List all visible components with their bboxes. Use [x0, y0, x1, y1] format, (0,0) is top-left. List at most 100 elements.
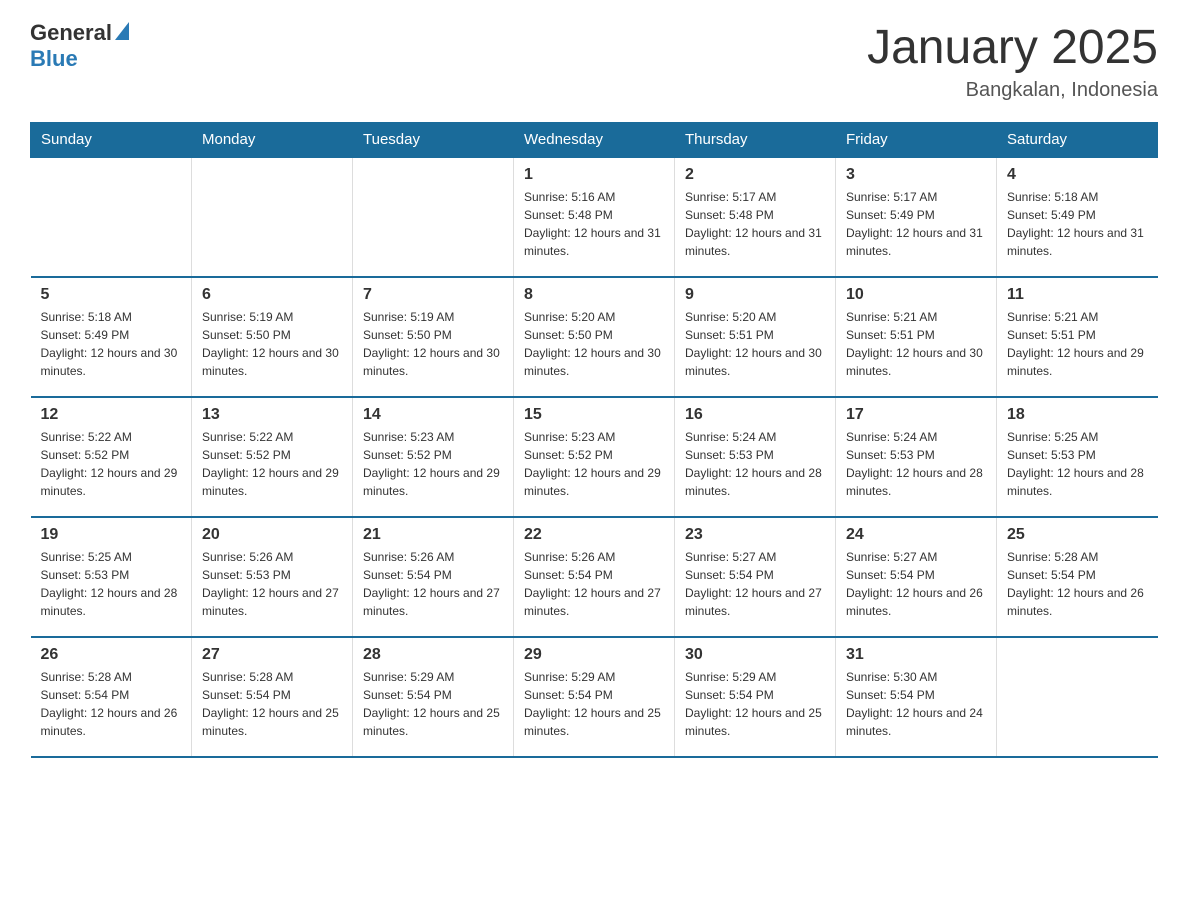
day-info: Sunrise: 5:30 AMSunset: 5:54 PMDaylight:… — [846, 668, 986, 740]
day-number: 2 — [685, 166, 825, 184]
day-number: 21 — [363, 526, 503, 544]
calendar-cell: 15 Sunrise: 5:23 AMSunset: 5:52 PMDayligh… — [514, 397, 675, 517]
day-info: Sunrise: 5:21 AMSunset: 5:51 PMDaylight:… — [846, 308, 986, 380]
day-number: 28 — [363, 646, 503, 664]
day-info: Sunrise: 5:20 AMSunset: 5:50 PMDaylight:… — [524, 308, 664, 380]
calendar-cell: 28 Sunrise: 5:29 AMSunset: 5:54 PMDayligh… — [353, 637, 514, 757]
week-row-5: 26Sunrise: 5:28 AMSunset: 5:54 PMDayligh… — [31, 637, 1158, 757]
day-number: 19 — [41, 526, 182, 544]
calendar-cell: 18Sunrise: 5:25 AMSunset: 5:53 PMDayligh… — [997, 397, 1158, 517]
day-info: Sunrise: 5:16 AMSunset: 5:48 PMDaylight:… — [524, 188, 664, 260]
day-number: 23 — [685, 526, 825, 544]
calendar-cell: 24Sunrise: 5:27 AMSunset: 5:54 PMDayligh… — [836, 517, 997, 637]
day-info: Sunrise: 5:29 AMSunset: 5:54 PMDaylight:… — [685, 668, 825, 740]
day-info: Sunrise: 5:29 AMSunset: 5:54 PMDaylight:… — [524, 668, 664, 740]
day-info: Sunrise: 5:28 AMSunset: 5:54 PMDaylight:… — [41, 668, 182, 740]
header: General Blue January 2025 Bangkalan, Ind… — [30, 20, 1158, 102]
day-info: Sunrise: 5:18 AMSunset: 5:49 PMDaylight:… — [1007, 188, 1148, 260]
day-info: Sunrise: 5:17 AMSunset: 5:48 PMDaylight:… — [685, 188, 825, 260]
logo-triangle-icon — [115, 22, 129, 40]
calendar-cell: 2 Sunrise: 5:17 AMSunset: 5:48 PMDaylight… — [675, 157, 836, 277]
day-info: Sunrise: 5:21 AMSunset: 5:51 PMDaylight:… — [1007, 308, 1148, 380]
week-row-1: 1 Sunrise: 5:16 AMSunset: 5:48 PMDaylight… — [31, 157, 1158, 277]
day-number: 10 — [846, 286, 986, 304]
calendar-cell: 19 Sunrise: 5:25 AMSunset: 5:53 PMDayligh… — [31, 517, 192, 637]
week-row-4: 19 Sunrise: 5:25 AMSunset: 5:53 PMDayligh… — [31, 517, 1158, 637]
day-info: Sunrise: 5:28 AMSunset: 5:54 PMDaylight:… — [1007, 548, 1148, 620]
day-info: Sunrise: 5:26 AMSunset: 5:54 PMDaylight:… — [363, 548, 503, 620]
logo-blue: Blue — [30, 46, 78, 71]
calendar-cell: 30 Sunrise: 5:29 AMSunset: 5:54 PMDayligh… — [675, 637, 836, 757]
day-number: 27 — [202, 646, 342, 664]
day-info: Sunrise: 5:22 AMSunset: 5:52 PMDaylight:… — [41, 428, 182, 500]
calendar-cell: 26Sunrise: 5:28 AMSunset: 5:54 PMDayligh… — [31, 637, 192, 757]
calendar-cell: 20Sunrise: 5:26 AMSunset: 5:53 PMDayligh… — [192, 517, 353, 637]
calendar-cell: 12Sunrise: 5:22 AMSunset: 5:52 PMDayligh… — [31, 397, 192, 517]
day-info: Sunrise: 5:28 AMSunset: 5:54 PMDaylight:… — [202, 668, 342, 740]
calendar-cell: 13 Sunrise: 5:22 AMSunset: 5:52 PMDayligh… — [192, 397, 353, 517]
day-number: 24 — [846, 526, 986, 544]
day-info: Sunrise: 5:29 AMSunset: 5:54 PMDaylight:… — [363, 668, 503, 740]
calendar-cell: 11 Sunrise: 5:21 AMSunset: 5:51 PMDayligh… — [997, 277, 1158, 397]
calendar-cell: 31Sunrise: 5:30 AMSunset: 5:54 PMDayligh… — [836, 637, 997, 757]
calendar-cell — [192, 157, 353, 277]
day-info: Sunrise: 5:24 AMSunset: 5:53 PMDaylight:… — [685, 428, 825, 500]
day-number: 17 — [846, 406, 986, 424]
logo-general: General — [30, 20, 112, 46]
week-row-2: 5Sunrise: 5:18 AMSunset: 5:49 PMDaylight… — [31, 277, 1158, 397]
calendar-cell: 7Sunrise: 5:19 AMSunset: 5:50 PMDaylight… — [353, 277, 514, 397]
day-number: 11 — [1007, 286, 1148, 304]
calendar-cell: 29Sunrise: 5:29 AMSunset: 5:54 PMDayligh… — [514, 637, 675, 757]
logo: General Blue — [30, 20, 129, 72]
title-area: January 2025 Bangkalan, Indonesia — [867, 20, 1158, 102]
day-number: 6 — [202, 286, 342, 304]
header-friday: Friday — [836, 123, 997, 158]
calendar-cell: 14Sunrise: 5:23 AMSunset: 5:52 PMDayligh… — [353, 397, 514, 517]
month-title: January 2025 — [867, 20, 1158, 75]
day-number: 5 — [41, 286, 182, 304]
calendar-cell — [997, 637, 1158, 757]
logo-first-line: General — [30, 20, 129, 46]
day-number: 13 — [202, 406, 342, 424]
logo-second-line: Blue — [30, 46, 78, 72]
calendar-cell: 3Sunrise: 5:17 AMSunset: 5:49 PMDaylight… — [836, 157, 997, 277]
calendar-cell: 10 Sunrise: 5:21 AMSunset: 5:51 PMDayligh… — [836, 277, 997, 397]
header-saturday: Saturday — [997, 123, 1158, 158]
day-number: 25 — [1007, 526, 1148, 544]
day-info: Sunrise: 5:26 AMSunset: 5:53 PMDaylight:… — [202, 548, 342, 620]
day-number: 14 — [363, 406, 503, 424]
calendar-cell: 8 Sunrise: 5:20 AMSunset: 5:50 PMDaylight… — [514, 277, 675, 397]
calendar-cell: 9 Sunrise: 5:20 AMSunset: 5:51 PMDaylight… — [675, 277, 836, 397]
header-tuesday: Tuesday — [353, 123, 514, 158]
header-sunday: Sunday — [31, 123, 192, 158]
calendar-cell: 23Sunrise: 5:27 AMSunset: 5:54 PMDayligh… — [675, 517, 836, 637]
calendar-cell — [31, 157, 192, 277]
day-number: 30 — [685, 646, 825, 664]
day-number: 22 — [524, 526, 664, 544]
calendar-cell: 17 Sunrise: 5:24 AMSunset: 5:53 PMDayligh… — [836, 397, 997, 517]
calendar-cell: 27 Sunrise: 5:28 AMSunset: 5:54 PMDayligh… — [192, 637, 353, 757]
week-row-3: 12Sunrise: 5:22 AMSunset: 5:52 PMDayligh… — [31, 397, 1158, 517]
location: Bangkalan, Indonesia — [867, 79, 1158, 102]
day-number: 15 — [524, 406, 664, 424]
day-number: 4 — [1007, 166, 1148, 184]
header-wednesday: Wednesday — [514, 123, 675, 158]
day-info: Sunrise: 5:22 AMSunset: 5:52 PMDaylight:… — [202, 428, 342, 500]
day-number: 8 — [524, 286, 664, 304]
day-info: Sunrise: 5:25 AMSunset: 5:53 PMDaylight:… — [41, 548, 182, 620]
day-info: Sunrise: 5:26 AMSunset: 5:54 PMDaylight:… — [524, 548, 664, 620]
day-number: 9 — [685, 286, 825, 304]
day-number: 7 — [363, 286, 503, 304]
calendar-cell: 22 Sunrise: 5:26 AMSunset: 5:54 PMDayligh… — [514, 517, 675, 637]
day-info: Sunrise: 5:20 AMSunset: 5:51 PMDaylight:… — [685, 308, 825, 380]
calendar-cell: 25 Sunrise: 5:28 AMSunset: 5:54 PMDayligh… — [997, 517, 1158, 637]
day-info: Sunrise: 5:23 AMSunset: 5:52 PMDaylight:… — [524, 428, 664, 500]
calendar-header-row: SundayMondayTuesdayWednesdayThursdayFrid… — [31, 123, 1158, 158]
header-monday: Monday — [192, 123, 353, 158]
day-number: 18 — [1007, 406, 1148, 424]
day-info: Sunrise: 5:24 AMSunset: 5:53 PMDaylight:… — [846, 428, 986, 500]
day-number: 16 — [685, 406, 825, 424]
day-info: Sunrise: 5:19 AMSunset: 5:50 PMDaylight:… — [202, 308, 342, 380]
day-number: 1 — [524, 166, 664, 184]
header-thursday: Thursday — [675, 123, 836, 158]
